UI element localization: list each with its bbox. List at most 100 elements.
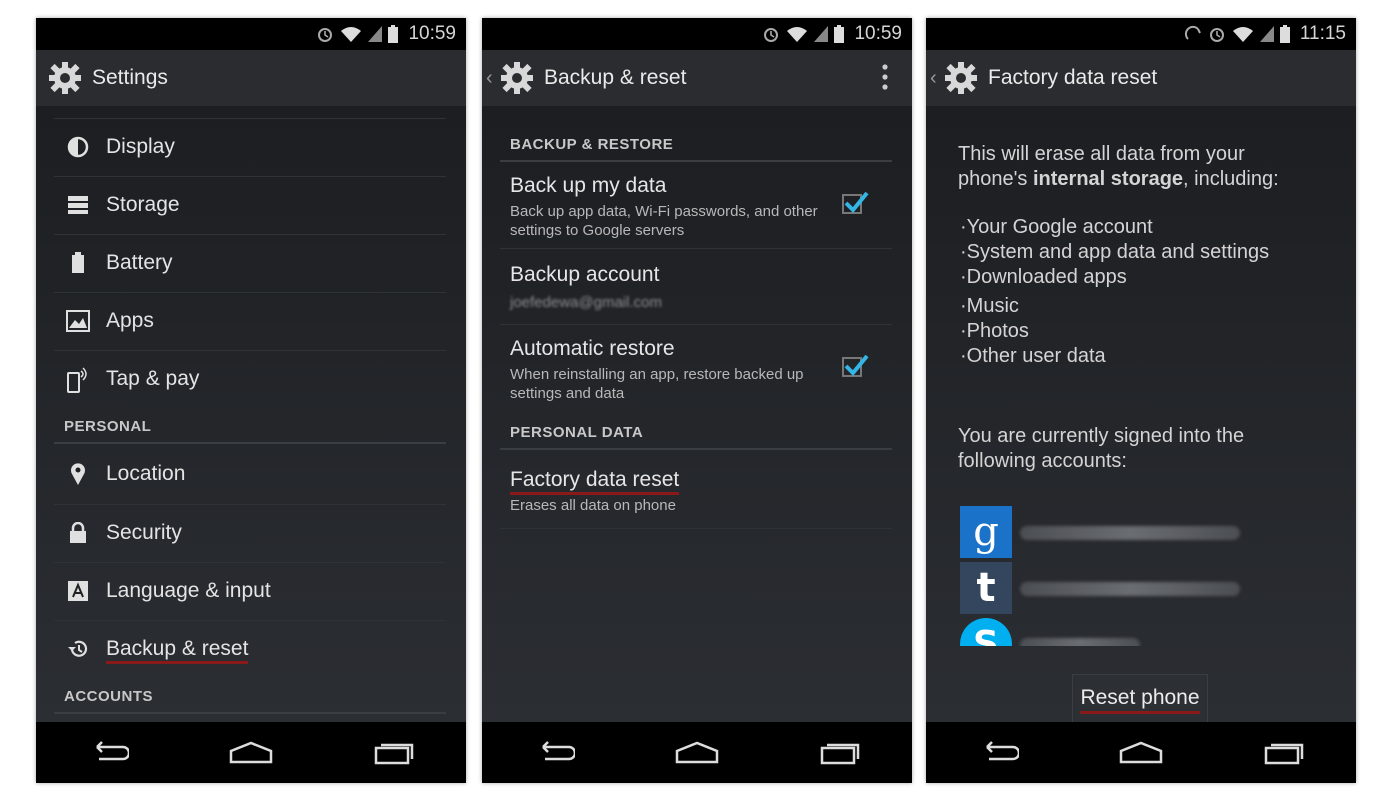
signed-in-line: You are currently signed into the [958,425,1245,447]
settings-item-security[interactable]: Security [54,504,446,561]
navigation-bar [482,722,912,783]
pref-backup-account[interactable]: Backup account joefedewa@gmail.com [500,248,892,325]
signed-in-text: You are currently signed into the follow… [958,424,1244,474]
settings-item-label: Language & input [106,579,271,602]
factory-reset-label: Factory data reset [510,468,680,495]
settings-item-label: Security [106,521,182,544]
erase-warning-line: phone's internal storage, including: [958,167,1279,192]
status-time: 10:59 [408,23,456,44]
wifi-icon [1232,25,1254,43]
erase-warning-line: This will erase all data from your [958,143,1245,165]
settings-item-battery[interactable]: Battery [54,234,446,291]
settings-item-label: Location [106,462,186,485]
erase-list-item: ·Photos [960,320,1029,342]
phone-factory-reset: 11:15 ‹ Factory data reset This will era… [926,18,1356,783]
battery-status-icon [1279,25,1290,43]
signal-icon [368,26,383,42]
signed-in-line: following accounts: [958,450,1127,472]
apps-icon [64,307,92,335]
action-bar: ‹ Factory data reset [926,50,1356,106]
settings-item-display[interactable]: Display [54,118,446,175]
section-header-personal-data: PERSONAL DATA [510,424,644,441]
erase-list-item: ·Your Google account [960,216,1153,238]
settings-item-language[interactable]: Language & input [54,562,446,619]
phone-backup-reset: 10:59 ‹ Backup & reset BACKUP & RESTORE … [482,18,912,783]
recents-nav-icon[interactable] [1254,733,1314,773]
page-title: Settings [92,66,168,89]
overflow-menu-icon[interactable] [882,64,888,95]
recents-nav-icon[interactable] [810,733,870,773]
automatic-restore-checkbox[interactable] [842,354,869,377]
erase-warning-fragment: , including: [1183,168,1279,190]
account-email-blurred [1020,638,1140,646]
pref-title: Back up my data [510,174,667,197]
google-glyph: g [973,509,999,555]
accounts-list: g t S [926,502,1356,646]
settings-item-label: Tap & pay [106,367,200,390]
pref-title: Automatic restore [510,337,675,360]
section-divider [54,712,446,714]
navigation-bar [36,722,466,783]
wifi-icon [786,25,808,43]
home-nav-icon[interactable] [1111,733,1171,773]
battery-status-icon [388,25,399,43]
section-header-personal: PERSONAL [64,418,152,435]
back-nav-icon[interactable] [78,733,138,773]
settings-item-storage[interactable]: Storage [54,176,446,233]
up-caret-icon[interactable]: ‹ [486,67,498,90]
reset-phone-label: Reset phone [1080,686,1200,714]
battery-icon [64,249,92,277]
settings-gear-icon[interactable] [46,59,84,97]
erase-list-item: ·Music [960,295,1019,317]
status-time: 10:59 [854,23,902,44]
status-bar: 10:59 [36,18,466,50]
erase-warning-text: This will erase all data from your phone… [958,142,1279,192]
settings-item-label: Battery [106,251,173,274]
internal-storage-bold: internal storage [1033,168,1184,190]
settings-item-label: Apps [106,309,154,332]
page-title: Backup & reset [544,66,687,89]
section-divider [54,442,446,444]
pref-back-up-my-data[interactable]: Back up my data Back up app data, Wi-Fi … [500,162,892,248]
reset-phone-button[interactable]: Reset phone [1072,674,1208,722]
settings-item-label: Display [106,135,175,158]
settings-item-tap-pay[interactable]: Tap & pay [54,350,446,407]
settings-gear-icon[interactable] [942,59,980,97]
settings-gear-icon[interactable] [498,59,536,97]
recents-nav-icon[interactable] [364,733,424,773]
storage-icon [64,191,92,219]
signal-icon [1259,26,1274,42]
skype-icon: S [960,618,1012,646]
signal-icon [814,26,829,42]
erase-list-item: ·Downloaded apps [960,266,1127,288]
pref-title: Backup account [510,263,660,286]
action-bar: Settings [36,50,466,106]
google-icon: g [960,506,1012,558]
backup-icon [64,635,92,663]
home-nav-icon[interactable] [221,733,281,773]
erase-warning-fragment: phone's [958,168,1033,190]
backup-data-checkbox[interactable] [842,191,869,214]
navigation-bar [926,722,1356,783]
erase-list-item: ·Other user data [960,345,1106,367]
up-caret-icon[interactable]: ‹ [930,67,942,90]
wifi-icon [340,25,362,43]
section-header-backup-restore: BACKUP & RESTORE [510,136,674,153]
display-icon [64,133,92,161]
battery-status-icon [834,25,845,43]
backup-reset-label: Backup & reset [106,637,249,664]
pref-summary: Erases all data on phone [510,497,676,514]
back-nav-icon[interactable] [524,733,584,773]
back-nav-icon[interactable] [968,733,1028,773]
pref-automatic-restore[interactable]: Automatic restore When reinstalling an a… [500,324,892,411]
pref-title: Factory data reset [510,468,680,495]
erase-list-item: ·System and app data and settings [960,241,1270,263]
settings-item-location[interactable]: Location [54,446,446,502]
rotation-lock-icon [1184,25,1202,43]
home-nav-icon[interactable] [667,733,727,773]
settings-item-apps[interactable]: Apps [54,292,446,349]
account-email-blurred [1020,526,1240,540]
pref-factory-data-reset[interactable]: Factory data reset Erases all data on ph… [500,450,892,529]
backup-account-email: joefedewa@gmail.com [510,294,662,311]
settings-item-backup-reset[interactable]: Backup & reset [54,620,446,677]
